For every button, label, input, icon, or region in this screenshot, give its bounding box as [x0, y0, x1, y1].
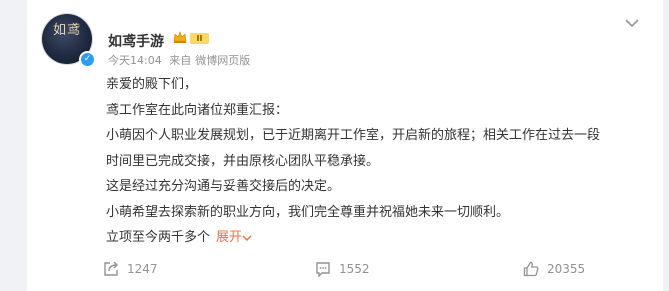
post-meta: 今天14:04 来自 微博网页版: [108, 52, 254, 68]
repost-count: 1247: [127, 262, 158, 276]
crown-icon: [173, 31, 187, 43]
content-line: 这是经过充分沟通与妥善交接后的决定。: [106, 179, 341, 194]
post-content: 亲爱的殿下们， 鸢工作室在此向诸位郑重汇报： 小萌因个人职业发展规划，已于近期离…: [106, 72, 646, 251]
content-line: 小萌希望去探索新的职业方向，我们完全尊重并祝福她未来一切顺利。: [106, 204, 510, 220]
comment-icon: [316, 262, 330, 277]
repost-button[interactable]: 1247: [103, 254, 158, 284]
expand-button[interactable]: 展开: [216, 230, 252, 245]
content-line: 立项至今两千多个: [106, 230, 211, 245]
action-bar: 1247 1552 20355: [27, 254, 663, 284]
content-line-last: 立项至今两千多个 展开: [106, 225, 646, 251]
like-button[interactable]: 20355: [523, 254, 585, 284]
content-line: 小萌因个人职业发展规划，已于近期离开工作室，开启新的旅程；相关工作在过去一段: [106, 128, 601, 143]
comment-count: 1552: [339, 262, 370, 276]
thumbs-up-icon: [523, 261, 539, 277]
post-time[interactable]: 今天14:04: [108, 54, 162, 67]
repost-icon: [104, 261, 118, 276]
expand-label: 展开: [216, 230, 243, 245]
content-line: 亲爱的殿下们，: [106, 77, 198, 92]
source-prefix: 来自: [169, 54, 192, 67]
content-line: 鸢工作室在此向诸位郑重汇报：: [106, 102, 289, 118]
comment-button[interactable]: 1552: [315, 254, 370, 284]
author-name[interactable]: 如鸢手游: [108, 31, 164, 51]
chevron-down-icon[interactable]: [625, 18, 639, 28]
chevron-down-icon: [242, 235, 252, 241]
post-source: 微博网页版: [195, 54, 251, 67]
like-count: 20355: [547, 262, 586, 276]
verified-icon: ✓: [79, 51, 96, 68]
vip-badge[interactable]: II: [190, 33, 209, 44]
weibo-post-card: 如鸢 ✓ 如鸢手游 II 今天14:04 来自 微博网页版 亲爱的殿下们， 鸢工作…: [27, 0, 663, 291]
content-line: 时间里已完成交接，并由原核心团队平稳承接。: [106, 153, 380, 169]
